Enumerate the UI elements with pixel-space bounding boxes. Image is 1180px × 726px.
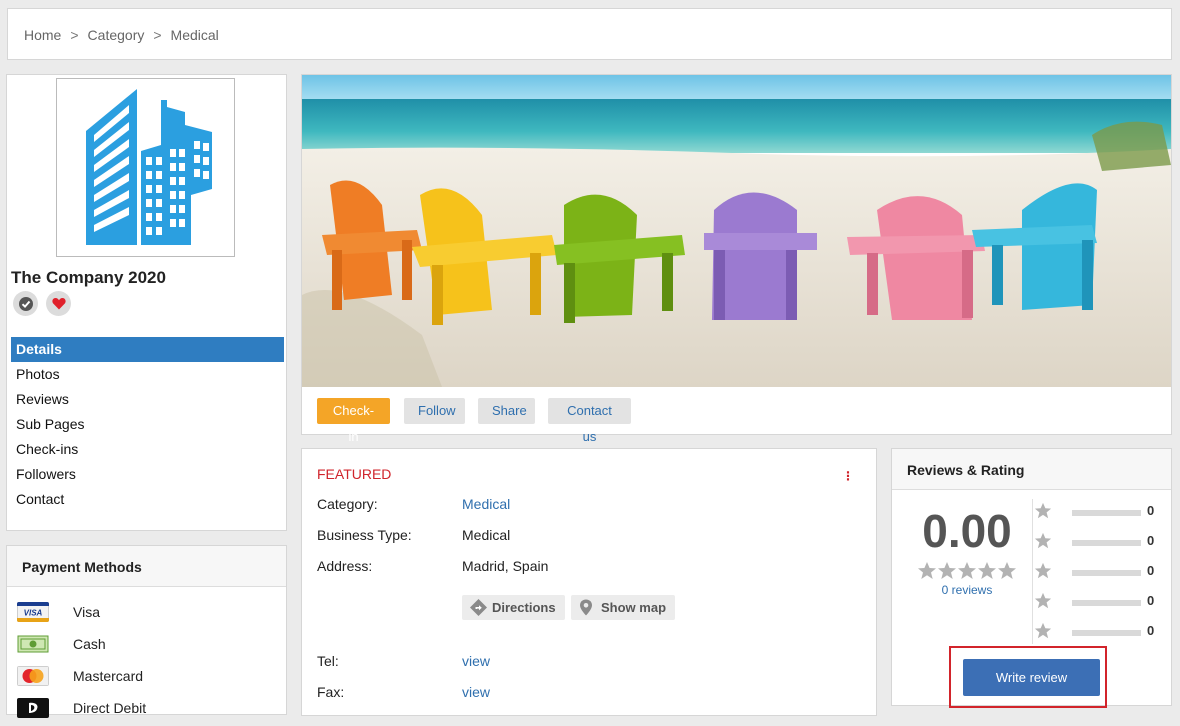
breadcrumb-bar: Home > Category > Medical [7, 8, 1172, 60]
reviews-count-link[interactable]: 0 reviews [892, 583, 1042, 597]
payment-label: Mastercard [73, 668, 144, 684]
directions-label: Directions [492, 600, 556, 615]
breadcrumb-category[interactable]: Category [88, 27, 145, 43]
nav-details[interactable]: Details [11, 337, 284, 362]
rating-row-4: 0 [1034, 532, 1164, 552]
building-icon [86, 89, 212, 245]
rating-count: 0 [1147, 563, 1155, 578]
rating-bar [1072, 540, 1141, 546]
rating-bar [1072, 630, 1141, 636]
rating-bar [1072, 510, 1141, 516]
rating-count: 0 [1147, 533, 1155, 548]
fax-view-link[interactable]: view [462, 684, 490, 700]
svg-text:VISA: VISA [24, 609, 43, 618]
star-icon [1034, 532, 1052, 549]
address-label: Address: [317, 558, 373, 574]
payment-method-direct-debit: Direct Debit [17, 694, 277, 726]
nav-check-ins[interactable]: Check-ins [11, 437, 284, 462]
star-icon [1034, 622, 1052, 639]
payment-label: Visa [73, 604, 100, 620]
average-stars [917, 561, 1017, 581]
cash-icon [17, 634, 49, 654]
breadcrumb: Home > Category > Medical [24, 27, 219, 43]
tel-view-link[interactable]: view [462, 653, 490, 669]
reviews-title: Reviews & Rating [907, 462, 1025, 478]
profile-nav: Details Photos Reviews Sub Pages Check-i… [11, 337, 284, 512]
more-options-icon[interactable]: ⋮ [842, 469, 854, 483]
fax-label: Fax: [317, 684, 345, 700]
rating-count: 0 [1147, 593, 1155, 608]
address-value: Madrid, Spain [462, 558, 549, 574]
profile-panel: The Company 2020 Details Photos Reviews … [6, 74, 287, 531]
payment-methods-title: Payment Methods [22, 559, 142, 575]
nav-photos[interactable]: Photos [11, 362, 284, 387]
favorite-button[interactable] [46, 291, 71, 316]
show-map-label: Show map [601, 600, 667, 615]
check-icon [18, 296, 33, 311]
directions-icon [470, 599, 487, 624]
directions-button[interactable]: Directions [462, 595, 565, 620]
details-panel: FEATURED ⋮ Category: Medical Business Ty… [301, 448, 877, 716]
rating-bar [1072, 600, 1141, 606]
payment-method-mastercard: Mastercard [17, 662, 277, 694]
rating-row-2: 0 [1034, 592, 1164, 612]
payment-methods-header: Payment Methods [7, 546, 286, 587]
star-icon [1034, 562, 1052, 579]
verified-button[interactable] [13, 291, 38, 316]
breadcrumb-separator: > [70, 27, 79, 43]
star-icon [1034, 502, 1052, 519]
rating-row-5: 0 [1034, 502, 1164, 522]
business-type-value: Medical [462, 527, 511, 543]
breadcrumb-home[interactable]: Home [24, 27, 61, 43]
rating-row-3: 0 [1034, 562, 1164, 582]
payment-label: Direct Debit [73, 700, 147, 716]
rating-bar [1072, 570, 1141, 576]
heart-icon [51, 298, 66, 310]
nav-contact[interactable]: Contact [11, 487, 284, 512]
rating-row-1: 0 [1034, 622, 1164, 642]
mastercard-icon [17, 666, 49, 686]
rating-count: 0 [1147, 623, 1155, 638]
company-name: The Company 2020 [11, 268, 166, 287]
tel-label: Tel: [317, 653, 339, 669]
average-score: 0.00 [922, 505, 1012, 557]
company-logo [56, 78, 235, 257]
nav-followers[interactable]: Followers [11, 462, 284, 487]
map-pin-icon [579, 599, 593, 624]
follow-button[interactable]: Follow [404, 398, 465, 424]
breadcrumb-current: Medical [170, 27, 219, 43]
cover-photo [302, 75, 1171, 387]
payment-method-cash: Cash [17, 630, 277, 662]
category-value-link[interactable]: Medical [462, 496, 510, 512]
nav-sub-pages[interactable]: Sub Pages [11, 412, 284, 437]
breadcrumb-separator: > [153, 27, 162, 43]
reviews-header: Reviews & Rating [892, 449, 1171, 490]
business-type-label: Business Type: [317, 527, 412, 543]
contact-us-button[interactable]: Contact us [548, 398, 631, 444]
direct-debit-icon [17, 698, 49, 718]
featured-label: FEATURED [317, 466, 392, 482]
visa-card-icon: VISA [17, 602, 49, 622]
share-button[interactable]: Share [478, 398, 535, 424]
payment-label: Cash [73, 636, 106, 652]
payment-method-visa: VISA Visa [17, 598, 277, 630]
write-review-button[interactable]: Write review [963, 659, 1100, 696]
cover-panel: Check-in Follow Share Contact us [301, 74, 1172, 444]
star-icon [1034, 592, 1052, 609]
category-label: Category: [317, 496, 378, 512]
star-rating-icon [918, 562, 1016, 579]
payment-methods-panel: Payment Methods VISA Visa Cash Mastercar… [6, 545, 287, 718]
show-map-button[interactable]: Show map [571, 595, 676, 620]
reviews-divider [1032, 499, 1033, 644]
rating-count: 0 [1147, 503, 1155, 518]
nav-reviews[interactable]: Reviews [11, 387, 284, 412]
reviews-panel: Reviews & Rating 0.00 0 reviews 0 0 0 0 [891, 448, 1172, 708]
check-in-button[interactable]: Check-in [317, 398, 390, 444]
